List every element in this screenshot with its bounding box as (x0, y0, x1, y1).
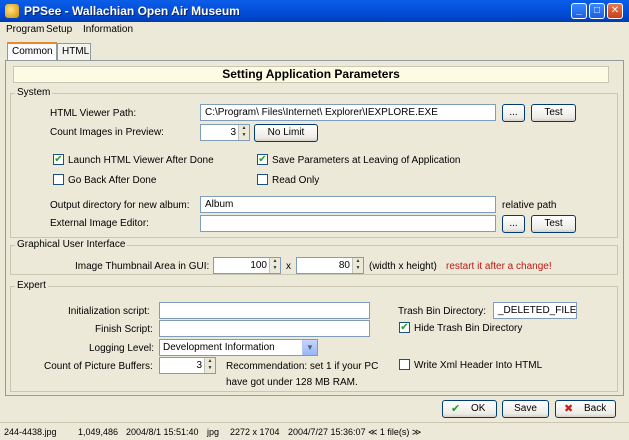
thumb-height-spinner[interactable]: 80 ▲ ▼ (296, 257, 364, 274)
test-editor-button[interactable]: Test (531, 215, 576, 233)
maximize-button[interactable]: □ (589, 3, 605, 19)
external-editor-label: External Image Editor: (50, 218, 149, 229)
menu-bar: Program Setup Information (0, 22, 629, 39)
go-back-label: Go Back After Done (68, 175, 157, 186)
system-legend: System (15, 87, 53, 98)
spinner-arrows-icon[interactable]: ▲ ▼ (269, 258, 280, 273)
save-params-checkbox[interactable]: ✔ (257, 154, 268, 165)
launch-viewer-label: Launch HTML Viewer After Done (68, 155, 214, 166)
logging-level-label: Logging Level: (89, 343, 155, 354)
page-title: Setting Application Parameters (13, 66, 609, 83)
save-button[interactable]: Save (502, 400, 549, 418)
hide-trash-label: Hide Trash Bin Directory (414, 323, 523, 334)
restart-warning: restart it after a change! (446, 261, 552, 272)
browse-viewer-button[interactable]: ... (502, 104, 525, 122)
count-images-label: Count Images in Preview: (50, 127, 164, 138)
ok-button[interactable]: ✔ OK (442, 400, 497, 418)
count-images-value: 3 (230, 127, 236, 138)
init-script-label: Initialization script: (68, 306, 150, 317)
picture-buffers-label: Count of Picture Buffers: (44, 361, 153, 372)
checkmark-icon: ✔ (451, 403, 461, 415)
times-label: x (286, 261, 291, 272)
external-editor-input[interactable] (200, 215, 496, 232)
menu-information[interactable]: Information (83, 24, 133, 35)
minimize-button[interactable]: _ (571, 3, 587, 19)
read-only-label: Read Only (272, 175, 320, 186)
trash-bin-input[interactable]: _DELETED_FILES (493, 302, 577, 319)
ok-button-label: OK (471, 403, 486, 414)
no-limit-button[interactable]: No Limit (254, 124, 318, 142)
expert-legend: Expert (15, 280, 48, 291)
thumb-height-value: 80 (338, 260, 350, 271)
read-only-checkbox[interactable] (257, 174, 268, 185)
thumb-width-value: 100 (250, 260, 267, 271)
logging-level-select[interactable]: Development Information ▼ (159, 339, 318, 356)
app-window: PPSee - Wallachian Open Air Museum _ □ ✕… (0, 0, 629, 440)
finish-script-label: Finish Script: (95, 324, 153, 335)
status-bar: 244-4438.jpg 1,049,486 2004/8/1 15:51:40… (0, 422, 629, 440)
init-script-input[interactable] (159, 302, 370, 319)
output-dir-label: Output directory for new album: (50, 200, 190, 211)
html-viewer-label: HTML Viewer Path: (50, 108, 137, 119)
recommendation-line1: Recommendation: set 1 if your PC (226, 361, 379, 372)
thumb-width-spinner[interactable]: 100 ▲ ▼ (213, 257, 281, 274)
tab-html[interactable]: HTML (57, 43, 91, 60)
menu-program[interactable]: Program (6, 24, 44, 35)
recommendation-line2: have got under 128 MB RAM. (226, 377, 358, 388)
status-filesize: 1,049,486 (78, 427, 119, 437)
back-button[interactable]: ✖ Back (555, 400, 616, 418)
go-back-checkbox[interactable] (53, 174, 64, 185)
browse-editor-button[interactable]: ... (502, 215, 525, 233)
relative-path-label: relative path (502, 200, 557, 211)
picture-buffers-value: 3 (196, 360, 202, 371)
spinner-arrows-icon[interactable]: ▲ ▼ (238, 125, 249, 140)
xml-header-label: Write Xml Header Into HTML (414, 360, 543, 371)
spinner-arrows-icon[interactable]: ▲ ▼ (204, 358, 215, 373)
status-filename: 244-4438.jpg (4, 427, 57, 437)
xml-header-checkbox[interactable] (399, 359, 410, 370)
cross-icon: ✖ (564, 403, 574, 415)
width-height-label: (width x height) (369, 261, 437, 272)
menu-setup[interactable]: Setup (46, 24, 72, 35)
status-dimensions: 2272 x 1704 (230, 427, 280, 437)
thumb-area-label: Image Thumbnail Area in GUI: (75, 261, 210, 272)
launch-viewer-checkbox[interactable]: ✔ (53, 154, 64, 165)
spinner-arrows-icon[interactable]: ▲ ▼ (352, 258, 363, 273)
test-viewer-button[interactable]: Test (531, 104, 576, 122)
gui-legend: Graphical User Interface (15, 239, 128, 250)
window-title: PPSee - Wallachian Open Air Museum (24, 4, 240, 18)
title-bar[interactable]: PPSee - Wallachian Open Air Museum _ □ ✕ (0, 0, 629, 22)
back-button-label: Back (584, 403, 607, 414)
status-format: jpg (207, 427, 220, 437)
count-images-spinner[interactable]: 3 ▲ ▼ (200, 124, 250, 141)
trash-bin-label: Trash Bin Directory: (398, 306, 486, 317)
status-date1: 2004/8/1 15:51:40 (126, 427, 199, 437)
html-viewer-path-input[interactable]: C:\Program\ Files\Internet\ Explorer\IEX… (200, 104, 496, 121)
status-file-count[interactable]: ≪ 1 file(s) ≫ (368, 427, 421, 438)
logging-level-value: Development Information (163, 342, 275, 353)
finish-script-input[interactable] (159, 320, 370, 337)
chevron-down-icon[interactable]: ▼ (302, 340, 317, 355)
tab-common[interactable]: Common (7, 42, 57, 61)
output-dir-input[interactable]: Album (200, 196, 496, 213)
app-icon (5, 4, 19, 18)
picture-buffers-spinner[interactable]: 3 ▲ ▼ (159, 357, 216, 374)
close-button[interactable]: ✕ (607, 3, 623, 19)
hide-trash-checkbox[interactable]: ✔ (399, 322, 410, 333)
save-params-label: Save Parameters at Leaving of Applicatio… (272, 155, 461, 166)
status-date2: 2004/7/27 15:36:07 (288, 427, 366, 437)
